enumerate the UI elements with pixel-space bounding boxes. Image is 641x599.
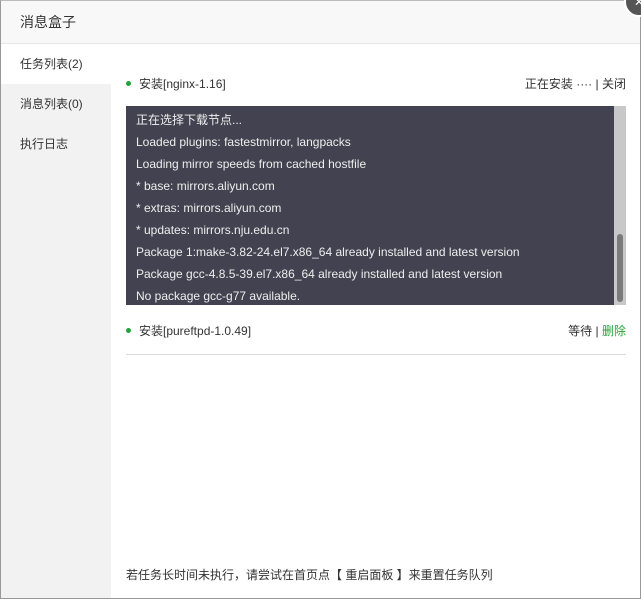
dialog-title: 消息盒子 [1, 1, 640, 44]
log-line: Package gcc-4.8.5-39.el7.x86_64 already … [136, 267, 503, 281]
log-line: 正在选择下载节点... [136, 113, 243, 127]
status-dot-icon [126, 327, 131, 333]
task-name: 安装[nginx-1.16] [139, 76, 226, 91]
sidebar-item-task-list[interactable]: 任务列表(2) [1, 44, 111, 84]
task-status: 正在安装 ···· [524, 76, 593, 91]
log-line: Loading mirror speeds from cached hostfi… [136, 157, 367, 171]
task-panel: 安装[nginx-1.16] 正在安装 ···· | 关闭 正在选择下载节点..… [126, 44, 626, 598]
log-line: No package gcc-g77 available. [136, 289, 301, 303]
task-status: 等待 [568, 323, 593, 338]
divider [126, 354, 626, 355]
log-line: * updates: mirrors.nju.edu.cn [136, 223, 290, 237]
delete-task-button[interactable]: 删除 [602, 324, 626, 338]
footer-tip: 若任务长时间未执行，请尝试在首页点【 重启面板 】来重置任务队列 [126, 568, 493, 582]
log-line: * base: mirrors.aliyun.com [136, 179, 275, 193]
install-log: 正在选择下载节点... Loaded plugins: fastestmirro… [126, 106, 626, 305]
separator: | [592, 76, 602, 91]
sidebar: 任务列表(2) 消息列表(0) 执行日志 [1, 44, 111, 598]
task-item: 安装[nginx-1.16] 正在安装 ···· | 关闭 [126, 73, 626, 93]
sidebar-item-execution-log[interactable]: 执行日志 [1, 124, 111, 164]
message-box-dialog: 消息盒子 ✕ 任务列表(2) 消息列表(0) 执行日志 安装[nginx-1.1… [0, 0, 641, 599]
close-task-button[interactable]: 关闭 [602, 77, 626, 91]
scrollbar-thumb[interactable] [617, 234, 623, 302]
log-line: Loaded plugins: fastestmirror, langpacks [136, 135, 351, 149]
task-name: 安装[pureftpd-1.0.49] [139, 323, 252, 338]
task-item: 安装[pureftpd-1.0.49] 等待 | 删除 [126, 320, 626, 340]
log-line: Package 1:make-3.82-24.el7.x86_64 alread… [136, 245, 520, 259]
status-dot-icon [126, 80, 131, 86]
log-scrollbar[interactable] [614, 106, 626, 305]
log-line: * extras: mirrors.aliyun.com [136, 201, 282, 215]
separator: | [592, 323, 602, 338]
sidebar-item-message-list[interactable]: 消息列表(0) [1, 84, 111, 124]
